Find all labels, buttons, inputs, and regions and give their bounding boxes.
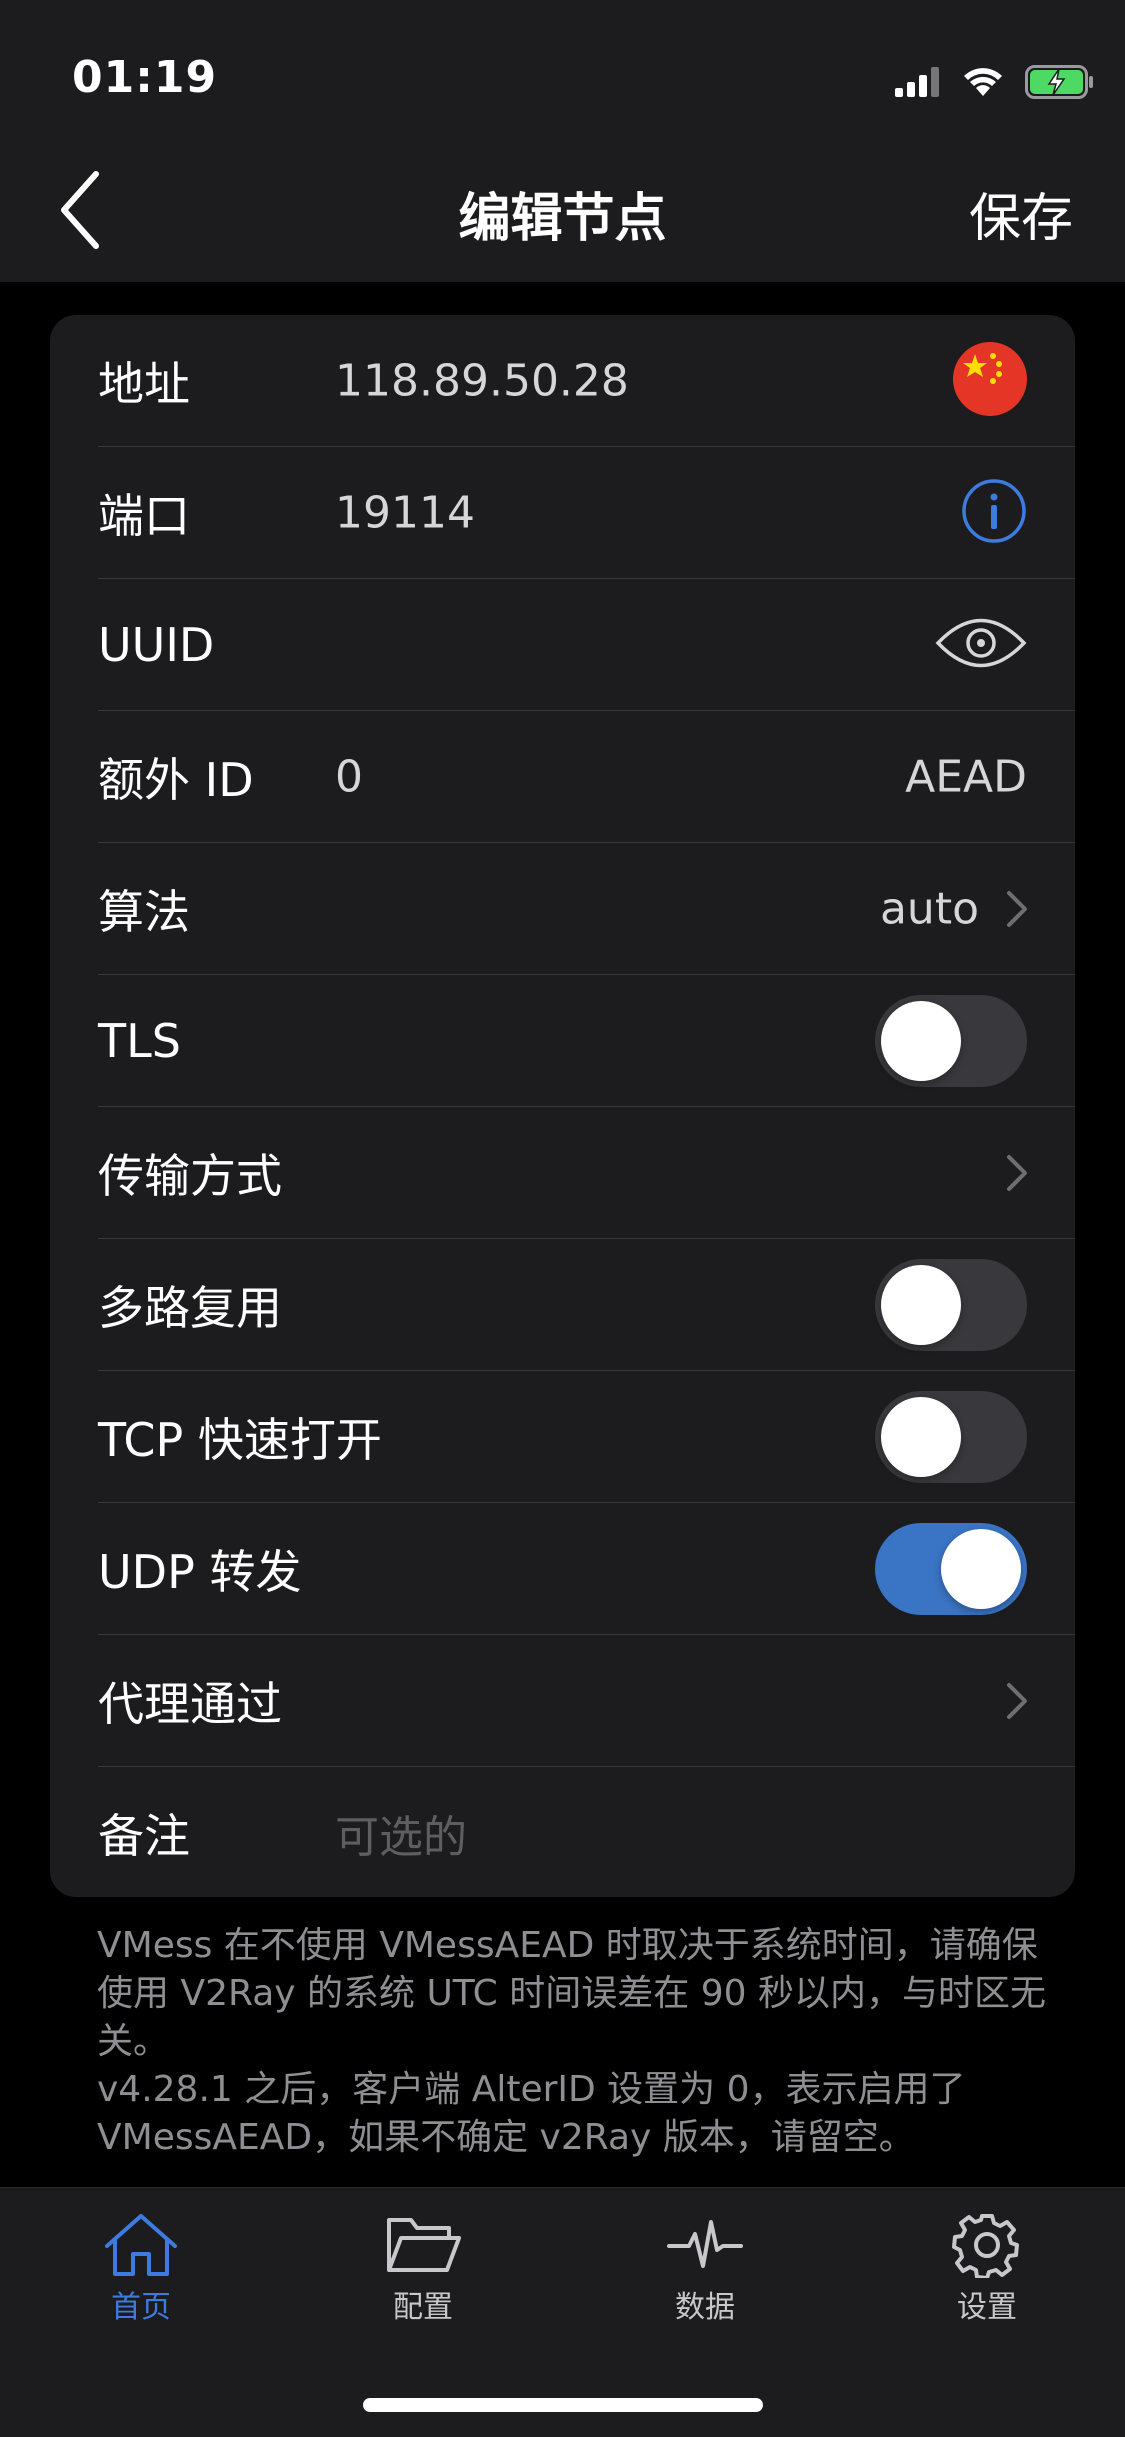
tab-config[interactable]: 配置 [323, 2212, 523, 2326]
udp-relay-row: UDP 转发 [50, 1503, 1075, 1635]
cellular-signal-icon [895, 67, 939, 97]
toggle-knob [881, 1001, 961, 1081]
chevron-right-icon [1007, 1155, 1027, 1191]
node-form: 地址 118.89.50.28 端口 19114 UUID 额外 ID 0 AE… [50, 315, 1075, 1897]
tab-label: 数据 [675, 2290, 735, 2325]
wifi-icon [964, 68, 1002, 96]
tab-home[interactable]: 首页 [41, 2212, 241, 2326]
mux-label: 多路复用 [98, 1281, 282, 1335]
alter-id-input[interactable]: 0 [335, 752, 363, 803]
tls-row: TLS [50, 975, 1075, 1107]
toggle-knob [941, 1529, 1021, 1609]
uuid-row[interactable]: UUID [50, 579, 1075, 711]
port-row[interactable]: 端口 19114 [50, 447, 1075, 579]
tab-label: 首页 [111, 2290, 171, 2325]
aead-label: AEAD [905, 751, 1027, 803]
tab-data[interactable]: 数据 [605, 2212, 805, 2326]
uuid-label: UUID [98, 618, 215, 672]
algorithm-label: 算法 [98, 885, 190, 939]
tls-label: TLS [98, 1014, 181, 1068]
battery-charging-icon [1025, 65, 1093, 99]
page-title: 编辑节点 [458, 189, 667, 249]
footnote: VMess 在不使用 VMessAEAD 时取决于系统时间，请确保使用 V2Ra… [97, 1922, 1057, 2162]
remark-input[interactable]: 可选的 [335, 1801, 467, 1865]
home-indicator [363, 2398, 763, 2412]
remark-label: 备注 [98, 1809, 190, 1863]
nav-bar: 编辑节点 保存 [0, 140, 1125, 282]
remark-row[interactable]: 备注 可选的 [50, 1767, 1075, 1897]
algorithm-row[interactable]: 算法 auto [50, 843, 1075, 975]
tcp-fast-open-row: TCP 快速打开 [50, 1371, 1075, 1503]
tls-toggle[interactable] [875, 995, 1027, 1087]
tab-settings[interactable]: 设置 [887, 2212, 1087, 2326]
algorithm-value: auto [879, 883, 979, 935]
folder-icon [387, 2218, 461, 2272]
info-icon[interactable] [961, 478, 1027, 548]
mux-row: 多路复用 [50, 1239, 1075, 1371]
udp-relay-toggle[interactable] [875, 1523, 1027, 1615]
footnote-line: VMess 在不使用 VMessAEAD 时取决于系统时间，请确保使用 V2Ra… [97, 1925, 1046, 2062]
tcp-fast-open-toggle[interactable] [875, 1391, 1027, 1483]
status-bar: 01:19 [0, 0, 1125, 140]
chevron-right-icon [1007, 891, 1027, 927]
status-time: 01:19 [72, 52, 218, 103]
proxy-via-label: 代理通过 [98, 1677, 282, 1731]
address-input[interactable]: 118.89.50.28 [335, 356, 629, 407]
footnote-line: v4.28.1 之后，客户端 AlterID 设置为 0，表示启用了 VMess… [97, 2069, 966, 2158]
tab-label: 配置 [393, 2290, 453, 2325]
toggle-knob [881, 1397, 961, 1477]
china-flag-icon[interactable] [953, 342, 1027, 420]
eye-icon[interactable] [935, 614, 1027, 676]
port-label: 端口 [98, 489, 190, 543]
tcp-fast-open-label: TCP 快速打开 [98, 1413, 382, 1467]
port-input[interactable]: 19114 [335, 488, 475, 539]
alter-id-label: 额外 ID [98, 753, 254, 807]
transport-label: 传输方式 [98, 1149, 282, 1203]
chevron-right-icon [1007, 1683, 1027, 1719]
address-row[interactable]: 地址 118.89.50.28 [50, 315, 1075, 447]
pulse-icon [667, 2220, 743, 2268]
toggle-knob [881, 1265, 961, 1345]
tab-label: 设置 [957, 2290, 1017, 2325]
home-icon [105, 2214, 177, 2276]
udp-relay-label: UDP 转发 [98, 1545, 302, 1599]
proxy-via-row[interactable]: 代理通过 [50, 1635, 1075, 1767]
address-label: 地址 [98, 357, 190, 411]
mux-toggle[interactable] [875, 1259, 1027, 1351]
transport-row[interactable]: 传输方式 [50, 1107, 1075, 1239]
alter-id-row[interactable]: 额外 ID 0 AEAD [50, 711, 1075, 843]
status-icons [895, 60, 1095, 104]
gear-icon [952, 2214, 1019, 2278]
save-button[interactable]: 保存 [969, 176, 1073, 251]
